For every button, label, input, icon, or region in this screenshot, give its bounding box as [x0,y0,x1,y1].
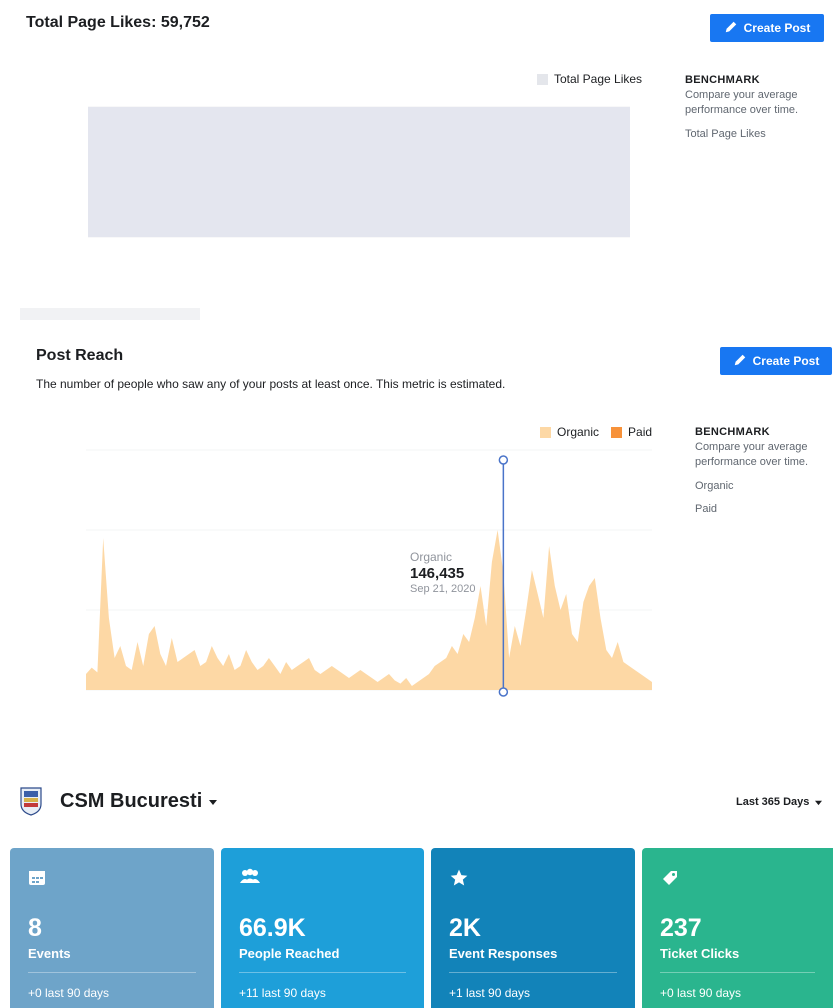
reach-benchmark-organic[interactable]: Organic [695,480,833,492]
ticket-clicks-value: 237 [660,914,702,942]
period-label: Last 365 Days [736,796,810,808]
card-divider [28,972,196,973]
likes-benchmark: BENCHMARK Compare your average performan… [685,74,825,140]
org-logo-icon [20,786,42,821]
ticket-icon [660,868,680,893]
create-post-button[interactable]: Create Post [710,14,824,42]
ticket-clicks-footer: +0 last 90 days [660,986,742,1000]
event-responses-footer: +1 last 90 days [449,986,531,1000]
likes-title: Total Page Likes: 59,752 [26,14,210,31]
star-icon [449,868,469,893]
events-card[interactable]: 8 Events +0 last 90 days [10,848,214,1008]
people-icon [239,868,261,889]
hover-cursor-bottom-handle [498,687,509,697]
reach-tooltip: Organic 146,435 Sep 21, 2020 [410,550,475,595]
tooltip-series: Organic [410,550,453,564]
likes-legend-swatch [537,73,548,85]
card-divider [239,972,406,973]
reach-subtitle: The number of people who saw any of your… [36,377,506,391]
card-divider [660,972,815,973]
create-post-label: Create Post [752,354,820,368]
create-post-button-2[interactable]: Create Post [720,347,832,375]
event-responses-value: 2K [449,914,481,942]
org-selector[interactable]: CSM Bucuresti [60,790,218,813]
calendar-icon [28,868,46,891]
likes-benchmark-text: Compare your average performance over ti… [685,89,799,116]
likes-area [88,107,630,237]
reach-benchmark-text: Compare your average performance over ti… [695,441,809,468]
events-label: Events [28,946,71,961]
caret-down-icon [814,793,823,811]
events-footer: +0 last 90 days [28,986,110,1000]
event-responses-card[interactable]: 2K Event Responses +1 last 90 days [431,848,635,1008]
create-post-label: Create Post [743,21,811,35]
reach-benchmark: BENCHMARK Compare your average performan… [695,426,833,515]
people-reached-footer: +11 last 90 days [239,986,326,1000]
events-value: 8 [28,914,42,942]
reach-benchmark-heading: BENCHMARK [695,426,770,438]
people-reached-value: 66.9K [239,914,306,942]
caret-down-icon [208,793,218,811]
hover-cursor-top-handle [498,455,509,465]
likes-benchmark-heading: BENCHMARK [685,74,760,86]
tooltip-date: Sep 21, 2020 [410,583,476,595]
people-reached-card[interactable]: 66.9K People Reached +11 last 90 days [221,848,424,1008]
likes-chart [88,106,630,238]
reach-title: Post Reach [36,347,124,364]
pencil-icon [724,20,738,37]
card-divider [449,972,617,973]
org-name: CSM Bucuresti [60,790,203,812]
likes-legend-label: Total Page Likes [554,72,643,86]
reach-chart [86,449,652,697]
people-reached-label: People Reached [239,946,340,961]
ticket-clicks-label: Ticket Clicks [660,946,740,961]
pencil-icon [733,353,747,370]
event-responses-label: Event Responses [449,946,558,961]
reach-benchmark-paid[interactable]: Paid [695,503,833,515]
tooltip-value: 146,435 [410,565,465,582]
ticket-clicks-card[interactable]: 237 Ticket Clicks +0 last 90 days [642,848,833,1008]
blurred-strip [20,308,200,320]
period-selector[interactable]: Last 365 Days [736,793,823,811]
likes-benchmark-item[interactable]: Total Page Likes [685,128,825,140]
likes-legend: Total Page Likes [537,72,642,86]
